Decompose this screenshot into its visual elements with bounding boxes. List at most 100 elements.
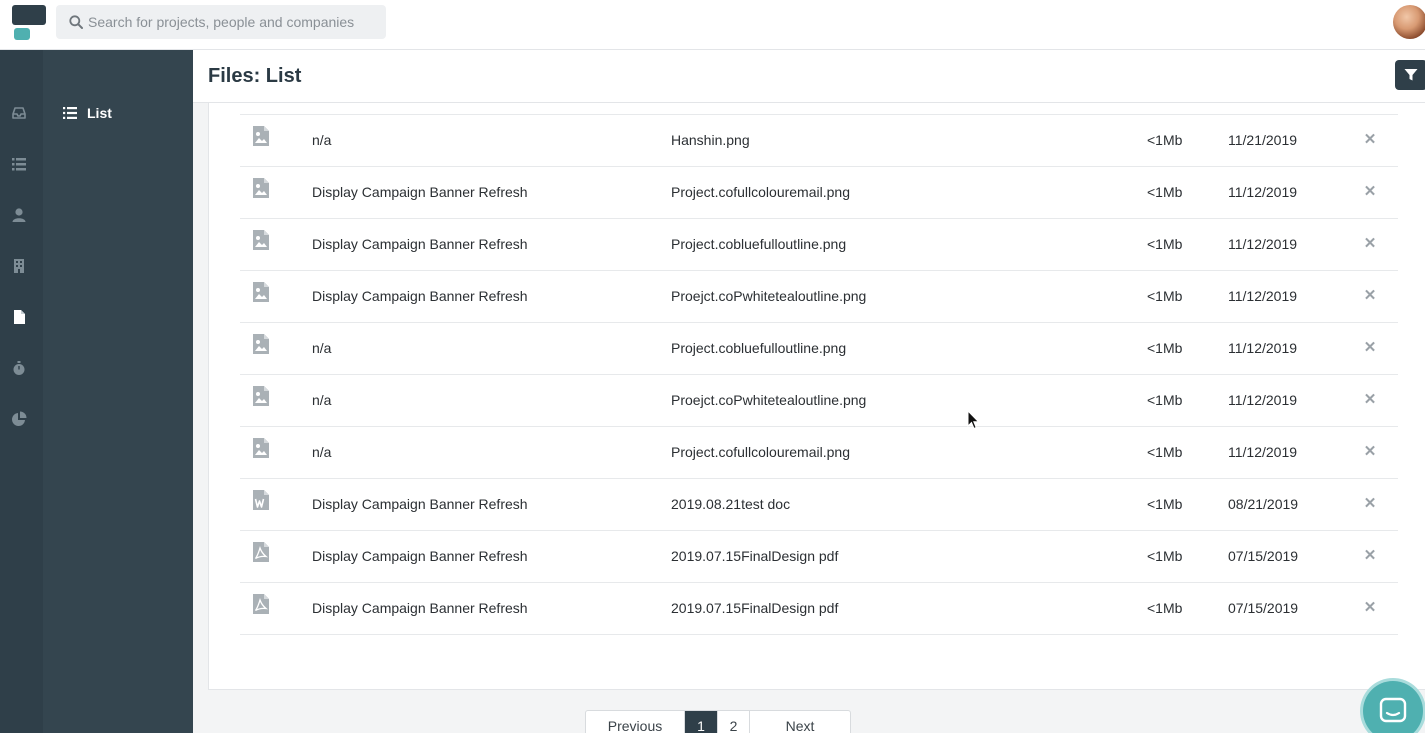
search-box	[56, 5, 386, 39]
delete-file-button[interactable]: ✕	[1362, 132, 1378, 148]
chat-launcher-button[interactable]	[1363, 681, 1423, 733]
project-cell[interactable]: Display Campaign Banner Refresh	[312, 288, 528, 304]
date-cell: 07/15/2019	[1228, 548, 1299, 564]
delete-file-button[interactable]: ✕	[1362, 184, 1378, 200]
project-cell[interactable]: Display Campaign Banner Refresh	[312, 184, 528, 200]
delete-file-button[interactable]: ✕	[1362, 236, 1378, 252]
size-cell: <1Mb	[1147, 548, 1183, 564]
building-icon[interactable]	[10, 257, 28, 275]
size-cell: <1Mb	[1147, 184, 1183, 200]
project-cell[interactable]: Display Campaign Banner Refresh	[312, 548, 528, 564]
table-row[interactable]: Display Campaign Banner Refresh Project.c…	[240, 167, 1398, 219]
table-row[interactable]: n/a Proejct.coPwhitetealoutline.png <1Mb 11…	[240, 375, 1398, 427]
image-file-icon	[252, 437, 270, 459]
sub-sidebar: List	[43, 50, 193, 733]
image-file-icon	[252, 281, 270, 303]
size-cell: <1Mb	[1147, 132, 1183, 148]
delete-file-button[interactable]: ✕	[1362, 392, 1378, 408]
icon-rail	[0, 50, 43, 733]
search-icon	[69, 15, 83, 29]
filename-link[interactable]: 2019.08.21test doc	[671, 496, 790, 512]
size-cell: <1Mb	[1147, 392, 1183, 408]
image-file-icon	[252, 385, 270, 407]
project-cell[interactable]: Display Campaign Banner Refresh	[312, 496, 528, 512]
date-cell: 11/21/2019	[1228, 132, 1298, 148]
page-2-button[interactable]: 2	[718, 711, 750, 733]
delete-file-button[interactable]: ✕	[1362, 340, 1378, 356]
table-row[interactable]: n/a Hanshin.png <1Mb 11/21/2019 ✕	[240, 115, 1398, 167]
stopwatch-icon[interactable]	[10, 359, 28, 377]
filename-link[interactable]: Project.cobluefulloutline.png	[671, 340, 846, 356]
table-row[interactable]: Display Campaign Banner Refresh 2019.08.2…	[240, 479, 1398, 531]
mouse-cursor-icon	[967, 410, 980, 430]
date-cell: 08/21/2019	[1228, 496, 1299, 512]
list-icon	[63, 107, 77, 119]
table-row[interactable]: Display Campaign Banner Refresh 2019.07.1…	[240, 583, 1398, 635]
search-input[interactable]	[88, 5, 378, 39]
filter-button[interactable]	[1395, 60, 1425, 90]
files-table: n/a Hanshin.png <1Mb 11/21/2019 ✕ Display Cam…	[240, 114, 1398, 635]
project-cell[interactable]: Display Campaign Banner Refresh	[312, 236, 528, 252]
pdf-file-icon	[252, 541, 270, 563]
filename-link[interactable]: Project.cobluefulloutline.png	[671, 236, 846, 252]
word-file-icon	[252, 489, 270, 511]
image-file-icon	[252, 333, 270, 355]
delete-file-button[interactable]: ✕	[1362, 600, 1378, 616]
delete-file-button[interactable]: ✕	[1362, 288, 1378, 304]
files-panel: n/a Hanshin.png <1Mb 11/21/2019 ✕ Display Cam…	[208, 103, 1425, 690]
filename-link[interactable]: Project.cofullcolouremail.png	[671, 184, 850, 200]
image-file-icon	[252, 229, 270, 251]
pagination: Previous 1 2 Next	[585, 710, 851, 733]
filename-link[interactable]: Hanshin.png	[671, 132, 750, 148]
table-row[interactable]: n/a Project.cofullcolouremail.png <1Mb 11/1…	[240, 427, 1398, 479]
project-cell[interactable]: n/a	[312, 392, 331, 408]
filename-link[interactable]: Proejct.coPwhitetealoutline.png	[671, 392, 866, 408]
pie-chart-icon[interactable]	[10, 410, 28, 428]
table-row[interactable]: Display Campaign Banner Refresh Project.c…	[240, 219, 1398, 271]
delete-file-button[interactable]: ✕	[1362, 444, 1378, 460]
size-cell: <1Mb	[1147, 600, 1183, 616]
image-file-icon	[252, 125, 270, 147]
project-cell[interactable]: n/a	[312, 444, 331, 460]
chat-icon	[1379, 697, 1407, 723]
image-file-icon	[252, 177, 270, 199]
filename-link[interactable]: 2019.07.15FinalDesign pdf	[671, 600, 838, 616]
date-cell: 11/12/2019	[1228, 444, 1298, 460]
previous-page-button[interactable]: Previous	[586, 711, 685, 733]
date-cell: 11/12/2019	[1228, 236, 1298, 252]
filename-link[interactable]: Project.cofullcolouremail.png	[671, 444, 850, 460]
inbox-icon[interactable]	[10, 104, 28, 122]
project-cell[interactable]: n/a	[312, 132, 331, 148]
size-cell: <1Mb	[1147, 444, 1183, 460]
file-icon[interactable]	[10, 308, 28, 326]
filter-icon	[1404, 69, 1418, 81]
table-row[interactable]: Display Campaign Banner Refresh Proejct.c…	[240, 271, 1398, 323]
size-cell: <1Mb	[1147, 236, 1183, 252]
subnav-item-list[interactable]: List	[63, 104, 112, 122]
date-cell: 07/15/2019	[1228, 600, 1299, 616]
person-icon[interactable]	[10, 206, 28, 224]
user-avatar[interactable]	[1393, 5, 1425, 39]
app-logo[interactable]	[12, 5, 46, 41]
page-title: Files: List	[208, 65, 302, 87]
date-cell: 11/12/2019	[1228, 392, 1298, 408]
size-cell: <1Mb	[1147, 288, 1183, 304]
date-cell: 11/12/2019	[1228, 288, 1298, 304]
table-row[interactable]: Display Campaign Banner Refresh 2019.07.1…	[240, 531, 1398, 583]
filename-link[interactable]: Proejct.coPwhitetealoutline.png	[671, 288, 866, 304]
date-cell: 11/12/2019	[1228, 340, 1298, 356]
project-cell[interactable]: n/a	[312, 340, 331, 356]
top-bar	[0, 0, 1425, 50]
page-header: Files: List	[193, 50, 1425, 103]
subnav-item-label: List	[87, 105, 112, 121]
delete-file-button[interactable]: ✕	[1362, 548, 1378, 564]
list-icon[interactable]	[10, 155, 28, 173]
size-cell: <1Mb	[1147, 340, 1183, 356]
table-row[interactable]: n/a Project.cobluefulloutline.png <1Mb 11/1…	[240, 323, 1398, 375]
delete-file-button[interactable]: ✕	[1362, 496, 1378, 512]
next-page-button[interactable]: Next	[750, 711, 850, 733]
project-cell[interactable]: Display Campaign Banner Refresh	[312, 600, 528, 616]
page-1-button[interactable]: 1	[685, 711, 718, 733]
filename-link[interactable]: 2019.07.15FinalDesign pdf	[671, 548, 838, 564]
size-cell: <1Mb	[1147, 496, 1183, 512]
